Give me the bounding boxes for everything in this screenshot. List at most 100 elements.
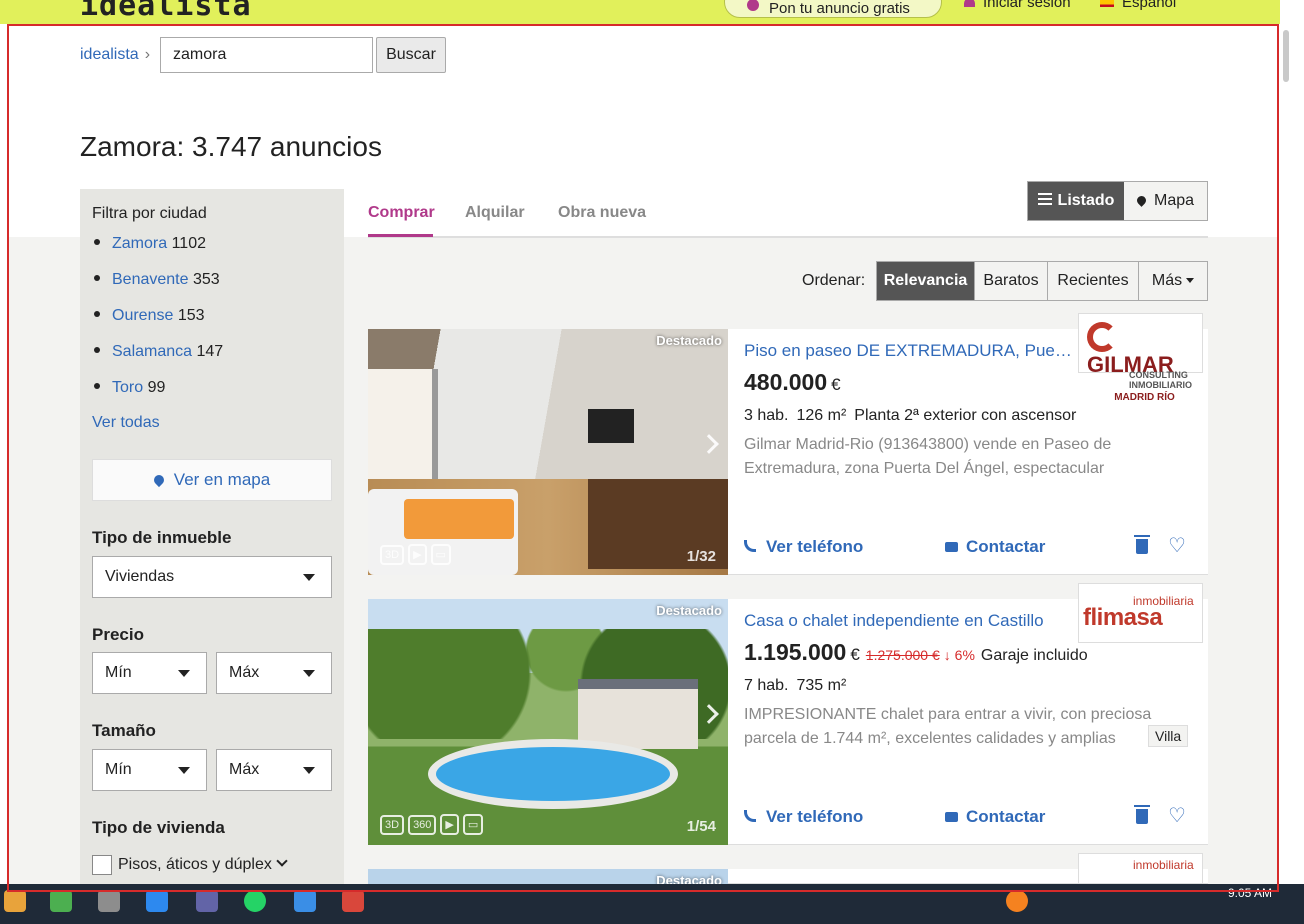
listing-photo[interactable]: Destacado	[368, 869, 728, 884]
favorite-heart-icon[interactable]: ♡	[1168, 533, 1186, 558]
listing-price: 1.195.000 €1.275.000 € ↓ 6% Garaje incluido	[744, 639, 1088, 665]
teams-icon[interactable]	[196, 890, 218, 912]
discard-icon[interactable]	[1134, 535, 1150, 554]
sort-relevancia[interactable]: Relevancia	[877, 262, 974, 300]
app-icon[interactable]	[4, 890, 26, 912]
caret-down-icon	[303, 767, 315, 774]
listing-card[interactable]: Destacado 3D ▶ ▭ 1/32 Piso en paseo DE EXT…	[368, 313, 1208, 575]
tab-comprar[interactable]: Comprar	[368, 204, 435, 222]
listing-tag: Villa	[1148, 725, 1189, 747]
see-all-cities-link[interactable]: Ver todas	[92, 414, 160, 432]
contact-button[interactable]: Contactar	[945, 537, 1045, 557]
show-phone-button[interactable]: Ver teléfono	[744, 807, 863, 827]
publish-ad-label: Pon tu anuncio gratis	[769, 0, 910, 17]
agency-logo[interactable]: inmobiliaria	[1078, 853, 1203, 884]
price-min-select[interactable]: Mín	[92, 652, 207, 694]
caret-down-icon	[1186, 278, 1195, 284]
old-price: 1.275.000 €	[865, 647, 940, 663]
list-view-button[interactable]: Listado	[1028, 182, 1124, 220]
os-taskbar: 9:05 AM	[0, 884, 1304, 924]
caret-down-icon	[303, 574, 315, 581]
agency-logo[interactable]: GILMAR CONSULTING INMOBILIARIO MADRID RÍO	[1078, 313, 1203, 403]
price-label: Precio	[92, 625, 144, 644]
sort-recientes[interactable]: Recientes	[1047, 262, 1138, 300]
3d-tour-icon: 3D	[380, 545, 405, 565]
breadcrumb: idealista ›	[80, 46, 150, 64]
listing-title[interactable]: Piso en paseo DE EXTREMADURA, Puerta del…	[744, 341, 1074, 361]
publish-ad-button[interactable]: Pon tu anuncio gratis	[724, 0, 942, 18]
listing-description[interactable]: Gilmar Madrid-Rio (913643800) vende en P…	[744, 433, 1158, 483]
app-icon[interactable]	[98, 890, 120, 912]
map-pin-icon	[151, 472, 166, 488]
breadcrumb-home[interactable]: idealista	[80, 46, 139, 63]
housing-type-checkbox[interactable]: Pisos, áticos y dúplex	[92, 855, 288, 875]
next-photo-icon[interactable]	[699, 434, 719, 454]
listing-title[interactable]: Casa o chalet independiente en Castillo	[744, 611, 1074, 631]
active-tab-indicator	[368, 234, 433, 237]
city-filter-item[interactable]: Ourense 153	[92, 307, 205, 325]
map-pin-icon	[1135, 194, 1148, 207]
app-icon[interactable]	[50, 890, 72, 912]
listing-details: 3 hab. 126 m² Planta 2ª exterior con ascen…	[744, 407, 1077, 424]
3d-tour-icon: 3D	[380, 815, 405, 835]
app-icon[interactable]	[146, 890, 168, 912]
listing-photo[interactable]: Destacado 3D 360 ▶ ▭ 1/54	[368, 599, 728, 845]
city-filter-item[interactable]: Salamanca 147	[92, 343, 223, 361]
featured-badge: Destacado	[656, 603, 722, 618]
sort-baratos[interactable]: Baratos	[974, 262, 1047, 300]
spain-flag-icon	[1100, 0, 1114, 7]
city-filter-item[interactable]: Zamora 1102	[92, 235, 206, 253]
city-filter-item[interactable]: Toro 99	[92, 379, 165, 397]
media-icons: 3D ▶ ▭	[380, 544, 455, 565]
video-icon: ▶	[440, 814, 459, 835]
scrollbar[interactable]	[1281, 0, 1304, 884]
listing-photo[interactable]: Destacado 3D ▶ ▭ 1/32	[368, 329, 728, 575]
garage-included: Garaje incluido	[980, 647, 1088, 664]
listing-description[interactable]: IMPRESIONANTE chalet para entrar a vivir…	[744, 703, 1158, 753]
listing-card[interactable]: Destacado 3D 360 ▶ ▭ 1/54 Casa o chalet ind…	[368, 583, 1208, 845]
search-input[interactable]	[160, 37, 373, 73]
contact-button[interactable]: Contactar	[945, 807, 1045, 827]
city-filter-item[interactable]: Benavente 353	[92, 271, 220, 289]
tab-alquilar[interactable]: Alquilar	[465, 204, 525, 222]
caret-down-icon	[178, 767, 190, 774]
app-icon[interactable]	[342, 890, 364, 912]
sort-more[interactable]: Más	[1138, 262, 1207, 300]
app-icon[interactable]	[294, 890, 316, 912]
top-header: idealista Pon tu anuncio gratis Iniciar …	[0, 0, 1280, 24]
language-selector[interactable]: Español	[1100, 0, 1176, 11]
search-button[interactable]: Buscar	[376, 37, 446, 73]
idealista-logo[interactable]: idealista	[80, 0, 252, 23]
360-icon: 360	[408, 815, 437, 835]
photo-counter: 1/32	[686, 548, 716, 565]
discard-icon[interactable]	[1134, 805, 1150, 824]
size-label: Tamaño	[92, 721, 156, 740]
view-toggle: Listado Mapa	[1027, 181, 1208, 221]
filters-sidebar: Filtra por ciudad Zamora 1102 Benavente …	[80, 189, 344, 884]
floorplan-icon: ▭	[462, 814, 484, 835]
property-type-select[interactable]: Viviendas	[92, 556, 332, 598]
price-max-select[interactable]: Máx	[216, 652, 332, 694]
photo-counter: 1/54	[686, 818, 716, 835]
phone-icon	[744, 540, 756, 552]
size-min-select[interactable]: Mín	[92, 749, 207, 791]
video-icon: ▶	[408, 544, 427, 565]
favorite-heart-icon[interactable]: ♡	[1168, 803, 1186, 828]
tab-obra-nueva[interactable]: Obra nueva	[558, 204, 646, 222]
sort-label: Ordenar:	[802, 272, 866, 289]
listing-card[interactable]: Destacado inmobiliaria	[368, 853, 1208, 884]
login-link[interactable]: Iniciar sesión	[964, 0, 1071, 11]
listing-details: 7 hab. 735 m²	[744, 677, 847, 694]
phone-icon	[744, 810, 756, 822]
media-icons: 3D 360 ▶ ▭	[380, 814, 487, 835]
chevron-down-icon	[276, 855, 288, 867]
size-max-select[interactable]: Máx	[216, 749, 332, 791]
whatsapp-icon[interactable]	[244, 890, 266, 912]
app-icon[interactable]	[1006, 890, 1028, 912]
sort-options: Relevancia Baratos Recientes Más	[876, 261, 1208, 301]
view-on-map-button[interactable]: Ver en mapa	[92, 459, 332, 501]
show-phone-button[interactable]: Ver teléfono	[744, 537, 863, 557]
map-view-button[interactable]: Mapa	[1124, 182, 1207, 220]
scrollbar-thumb[interactable]	[1283, 30, 1289, 82]
agency-logo[interactable]: inmobiliaria flimasa	[1078, 583, 1203, 643]
